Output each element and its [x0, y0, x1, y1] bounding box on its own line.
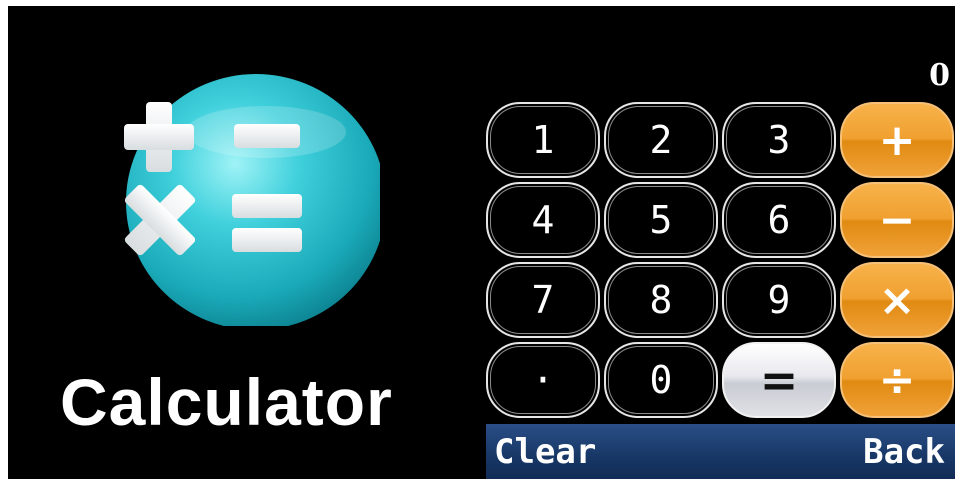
key-3[interactable]: 3 — [722, 102, 836, 178]
clear-button[interactable]: Clear — [494, 432, 596, 472]
key-5[interactable]: 5 — [604, 182, 718, 258]
key-plus[interactable]: + — [840, 102, 954, 178]
key-0[interactable]: 0 — [604, 342, 718, 418]
keypad: 1 2 3 + 4 5 6 − 7 8 9 × · 0 = ÷ — [486, 102, 954, 420]
key-2[interactable]: 2 — [604, 102, 718, 178]
key-6[interactable]: 6 — [722, 182, 836, 258]
screen: Calculator 0 1 2 3 + 4 5 6 − 7 8 9 × · 0… — [8, 6, 955, 479]
key-8[interactable]: 8 — [604, 262, 718, 338]
key-9[interactable]: 9 — [722, 262, 836, 338]
calculator-icon[interactable] — [116, 62, 380, 326]
key-7[interactable]: 7 — [486, 262, 600, 338]
key-decimal[interactable]: · — [486, 342, 600, 418]
key-equals[interactable]: = — [722, 342, 836, 418]
app-title: Calculator — [60, 365, 393, 439]
bottom-bar: Clear Back — [486, 424, 955, 479]
calculator-display: 0 — [929, 58, 950, 93]
key-1[interactable]: 1 — [486, 102, 600, 178]
back-button[interactable]: Back — [863, 432, 945, 472]
key-4[interactable]: 4 — [486, 182, 600, 258]
key-minus[interactable]: − — [840, 182, 954, 258]
key-divide[interactable]: ÷ — [840, 342, 954, 418]
key-multiply[interactable]: × — [840, 262, 954, 338]
